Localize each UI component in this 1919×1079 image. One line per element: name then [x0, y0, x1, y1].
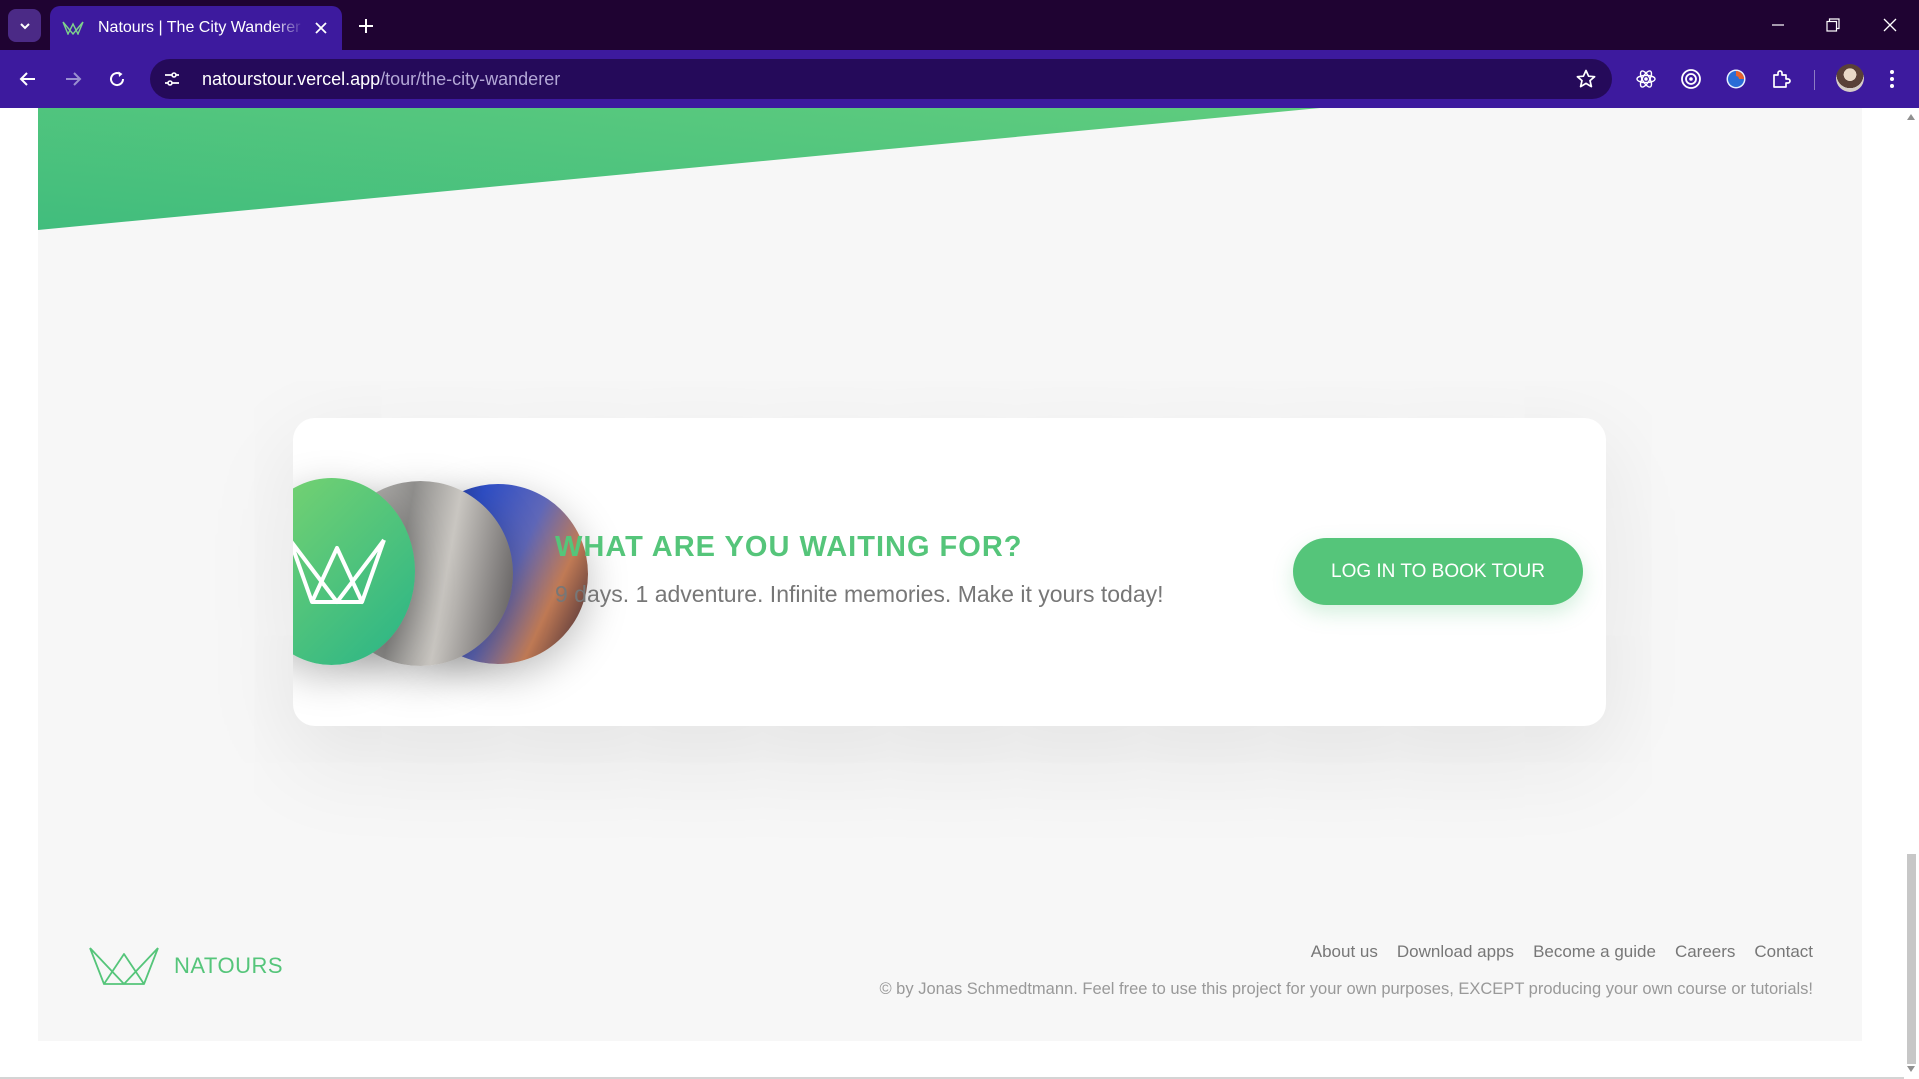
target-icon: [1681, 69, 1701, 89]
tab-close-button[interactable]: [310, 17, 332, 39]
forward-button[interactable]: [57, 63, 89, 95]
restore-icon: [1826, 18, 1840, 32]
page-viewport: WHAT ARE YOU WAITING FOR? 9 days. 1 adve…: [0, 108, 1919, 1079]
puzzle-icon: [1773, 70, 1791, 88]
close-icon: [315, 22, 327, 34]
header-green-slant: [38, 108, 1320, 230]
star-icon: [1576, 69, 1596, 88]
url-host: natourstour.vercel.app: [202, 68, 381, 89]
cta-heading: WHAT ARE YOU WAITING FOR?: [555, 531, 1023, 563]
minimize-button[interactable]: [1758, 6, 1798, 44]
arrow-right-icon: [66, 72, 82, 86]
reload-button[interactable]: [101, 63, 133, 95]
scroll-down-arrow-icon[interactable]: [1907, 1066, 1915, 1072]
tab-title: Natours | The City Wanderer Tour: [98, 19, 304, 36]
natours-logo-icon: [293, 538, 386, 604]
scrollbar-thumb[interactable]: [1907, 854, 1916, 1064]
tab-search-button[interactable]: [8, 9, 41, 42]
url-path: /tour/the-city-wanderer: [380, 68, 561, 89]
profile-avatar[interactable]: [1836, 64, 1864, 92]
bookmark-button[interactable]: [1574, 67, 1598, 91]
target-extension[interactable]: [1677, 65, 1705, 93]
url-text: natourstour.vercel.app/tour/the-city-wan…: [202, 69, 560, 90]
footer-link-guide[interactable]: Become a guide: [1533, 942, 1656, 962]
color-picker-extension[interactable]: [1722, 65, 1750, 93]
tune-icon: [165, 72, 179, 86]
back-button[interactable]: [12, 63, 44, 95]
browser-menu-button[interactable]: [1878, 64, 1906, 94]
chevron-down-icon: [19, 22, 30, 29]
natours-logo-icon: [89, 947, 159, 985]
react-devtools-extension[interactable]: [1632, 65, 1660, 93]
close-icon: [1883, 18, 1897, 32]
page-scrollbar[interactable]: [1904, 108, 1919, 1079]
footer-link-contact[interactable]: Contact: [1754, 942, 1813, 962]
close-window-button[interactable]: [1870, 6, 1910, 44]
kebab-menu-icon: [1890, 70, 1894, 88]
toolbar-divider: [1814, 70, 1815, 90]
footer-link-careers[interactable]: Careers: [1675, 942, 1735, 962]
browser-tab-bar: Natours | The City Wanderer Tour: [0, 0, 1919, 50]
footer-logo[interactable]: NATOURS: [88, 946, 283, 986]
address-bar[interactable]: natourstour.vercel.app/tour/the-city-wan…: [150, 59, 1612, 99]
natours-favicon-icon: [62, 20, 84, 36]
login-to-book-button[interactable]: LOG IN TO BOOK TOUR: [1293, 538, 1583, 605]
minimize-icon: [1772, 24, 1784, 26]
cta-card: WHAT ARE YOU WAITING FOR? 9 days. 1 adve…: [293, 418, 1606, 726]
footer-link-about[interactable]: About us: [1311, 942, 1378, 962]
footer-link-download[interactable]: Download apps: [1397, 942, 1514, 962]
restore-button[interactable]: [1813, 6, 1853, 44]
plus-icon: [359, 19, 373, 33]
footer-brand: NATOURS: [174, 953, 284, 978]
new-tab-button[interactable]: [352, 12, 380, 40]
browser-toolbar: natourstour.vercel.app/tour/the-city-wan…: [0, 50, 1919, 108]
cta-text: 9 days. 1 adventure. Infinite memories. …: [555, 581, 1164, 607]
reload-icon: [110, 71, 125, 87]
extensions-button[interactable]: [1767, 65, 1795, 93]
react-devtools-icon: [1636, 70, 1656, 88]
scroll-up-arrow-icon[interactable]: [1907, 114, 1915, 120]
active-tab[interactable]: Natours | The City Wanderer Tour: [50, 6, 342, 50]
footer-copyright: © by Jonas Schmedtmann. Feel free to use…: [879, 980, 1813, 998]
site-info-button[interactable]: [154, 61, 190, 97]
page-container: WHAT ARE YOU WAITING FOR? 9 days. 1 adve…: [38, 108, 1862, 1041]
arrow-left-icon: [19, 72, 35, 86]
footer-nav: About us Download apps Become a guide Ca…: [1311, 942, 1813, 962]
color-picker-icon: [1726, 69, 1746, 89]
